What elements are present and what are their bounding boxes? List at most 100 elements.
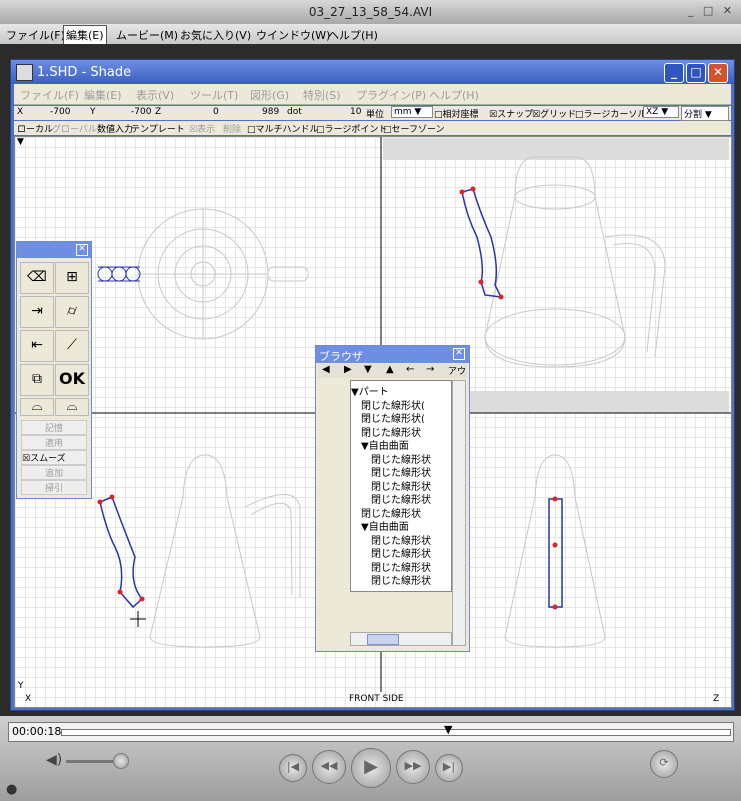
- sweep-button[interactable]: 掃引: [21, 480, 87, 495]
- eraser-tool-icon[interactable]: ⌫: [20, 262, 54, 294]
- global-button[interactable]: グローバル: [52, 122, 97, 135]
- side-view-spout: [548, 498, 563, 608]
- browser-hscrollbar[interactable]: [350, 632, 452, 646]
- hill-large-icon[interactable]: ⌓: [55, 398, 89, 416]
- hierarchy-tool-icon[interactable]: ⊞: [55, 262, 89, 294]
- rewind-button[interactable]: ◀◀: [312, 750, 346, 784]
- safe-zone-checkbox[interactable]: □セーフゾーン: [383, 122, 445, 135]
- numeric-input-button[interactable]: 数値入力: [97, 122, 133, 135]
- skip-forward-button[interactable]: ▶|: [435, 754, 463, 782]
- browser-row[interactable]: 閉じた線形状: [371, 532, 431, 545]
- player-menu-movie[interactable]: ムービー(M): [116, 27, 178, 43]
- browser-row[interactable]: 閉じた線形状: [371, 451, 431, 464]
- browser-row[interactable]: 閉じた線形状: [371, 545, 431, 558]
- add-button[interactable]: 追加: [21, 465, 87, 480]
- large-cursor-checkbox[interactable]: □ラージカーソル: [575, 107, 646, 120]
- volume-knob[interactable]: [113, 753, 129, 769]
- maximize-button[interactable]: □: [686, 63, 706, 83]
- coordinate-bar: X -700 Y -700 Z 0 989 dot 10 単位 mm ▼ □相対…: [14, 106, 731, 121]
- loop-icon[interactable]: ⟳: [650, 750, 678, 778]
- player-menu-help[interactable]: ヘルプ(H): [328, 27, 378, 43]
- display-checkbox[interactable]: ☒表示: [189, 122, 215, 135]
- tool-palette-close-button[interactable]: ✕: [76, 244, 88, 256]
- nav-down-icon[interactable]: ▼: [364, 364, 372, 375]
- shade-menu-special[interactable]: 特別(S): [303, 87, 341, 103]
- local-button[interactable]: ローカル: [17, 122, 53, 135]
- seek-thumb[interactable]: ▼: [444, 723, 452, 736]
- close-button[interactable]: ✕: [708, 63, 728, 83]
- ok-button[interactable]: OK: [55, 364, 89, 396]
- player-menu-edit[interactable]: 編集(E): [63, 25, 107, 45]
- nav-prev-icon[interactable]: ◀: [322, 364, 330, 375]
- browser-row[interactable]: 閉じた線形状: [361, 424, 421, 437]
- seek-track[interactable]: [61, 729, 731, 736]
- player-menu-file[interactable]: ファイル(F): [6, 27, 65, 43]
- browser-row[interactable]: 閉じた線形状: [371, 464, 431, 477]
- shade-menu-shape[interactable]: 図形(G): [250, 87, 289, 103]
- template-button[interactable]: テンプレート: [131, 122, 185, 135]
- minimize-button[interactable]: _: [664, 63, 684, 83]
- browser-row[interactable]: ▼自由曲面: [361, 437, 409, 450]
- smooth-checkbox[interactable]: ☒スムーズ: [21, 450, 87, 465]
- browser-row[interactable]: 閉じた線形状(: [361, 410, 425, 423]
- player-menu-favorites[interactable]: お気に入り(V): [180, 27, 251, 43]
- browser-row[interactable]: 閉じた線形状(: [361, 397, 425, 410]
- shade-menu-plugin[interactable]: プラグイン(P): [356, 87, 426, 103]
- nav-left-icon[interactable]: ←: [406, 364, 414, 375]
- y-value: -700: [131, 107, 152, 117]
- store-button[interactable]: 記憶: [21, 420, 87, 435]
- z-value: 0: [213, 107, 219, 117]
- browser-row[interactable]: 閉じた線形状: [361, 505, 421, 518]
- play-button[interactable]: ▶: [351, 748, 391, 788]
- scale-tool-icon[interactable]: ⇤: [20, 330, 54, 362]
- large-point-checkbox[interactable]: □ラージポイント: [316, 122, 387, 135]
- crosshair-cursor: [130, 611, 146, 627]
- shade-menu-edit[interactable]: 編集(E): [84, 87, 122, 103]
- outline-tab[interactable]: アウ: [448, 364, 466, 377]
- shade-menu-file[interactable]: ファイル(F): [20, 87, 79, 103]
- relative-coord-checkbox[interactable]: □相対座標: [434, 107, 479, 120]
- skip-back-button[interactable]: |◀: [279, 754, 307, 782]
- copy-tool-icon[interactable]: ⧉: [20, 364, 54, 396]
- shade-menu-help[interactable]: ヘルプ(H): [429, 87, 479, 103]
- split-select[interactable]: 分割 ▼: [681, 106, 729, 121]
- player-title-bar: 03_27_13_58_54.AVI _ □ ✕: [0, 0, 741, 25]
- shade-menu-view[interactable]: 表示(V): [136, 87, 174, 103]
- nav-right-icon[interactable]: →: [426, 364, 434, 375]
- hscroll-thumb[interactable]: [367, 634, 399, 645]
- tool-palette: ✕ ⌫ ⊞ ⇥ ⌭ ⇤ ⟋ ⧉ OK ⌓ ⌓ 記憶 適用 ☒スムーズ 追加 掃引: [16, 241, 92, 499]
- grid-checkbox[interactable]: ☒グリッド: [532, 107, 576, 120]
- apple-icon: ●: [6, 782, 18, 797]
- move-tool-icon[interactable]: ⇥: [20, 296, 54, 328]
- shade-title: 1.SHD - Shade: [37, 65, 132, 80]
- multi-handle-checkbox[interactable]: □マルチハンドル: [247, 122, 319, 135]
- snap-checkbox[interactable]: ☒スナップ: [489, 107, 533, 120]
- player-menu-window[interactable]: ウインドウ(W): [256, 27, 330, 43]
- plane-select[interactable]: XZ ▼: [643, 106, 679, 118]
- line-tool-icon[interactable]: ⟋: [55, 330, 89, 362]
- browser-vscrollbar[interactable]: [452, 380, 466, 646]
- browser-title: ブラウザ: [319, 350, 363, 363]
- shade-menu-tool[interactable]: ツール(T): [190, 87, 238, 103]
- player-window-controls[interactable]: _ □ ✕: [688, 4, 735, 17]
- time-bar[interactable]: 00:00:18 ▼: [8, 722, 734, 742]
- browser-row[interactable]: 閉じた線形状: [371, 478, 431, 491]
- delete-button[interactable]: 削除: [223, 122, 241, 135]
- perspective-pot: [484, 156, 666, 368]
- cylinder-tool-icon[interactable]: ⌭: [55, 296, 89, 328]
- browser-row[interactable]: ▼自由曲面: [361, 518, 409, 531]
- browser-tree[interactable]: ▼パート 閉じた線形状(閉じた線形状(閉じた線形状 ▼自由曲面 閉じた線形状 閉じた線形…: [350, 380, 452, 592]
- hill-small-icon[interactable]: ⌓: [20, 398, 54, 416]
- browser-row[interactable]: 閉じた線形状: [371, 572, 431, 585]
- player-title: 03_27_13_58_54.AVI: [308, 5, 433, 19]
- nav-up-icon[interactable]: ▲: [386, 364, 394, 375]
- fast-forward-button[interactable]: ▶▶: [396, 750, 430, 784]
- browser-row[interactable]: ▼パート: [351, 383, 389, 396]
- nav-next-icon[interactable]: ▶: [344, 364, 352, 375]
- browser-row[interactable]: 閉じた線形状: [371, 491, 431, 504]
- browser-row[interactable]: 閉じた線形状: [371, 559, 431, 572]
- unit-select[interactable]: mm ▼: [391, 106, 433, 118]
- apply-button[interactable]: 適用: [21, 435, 87, 450]
- browser-title-bar: ブラウザ ✕: [316, 346, 469, 363]
- browser-close-button[interactable]: ✕: [453, 348, 465, 360]
